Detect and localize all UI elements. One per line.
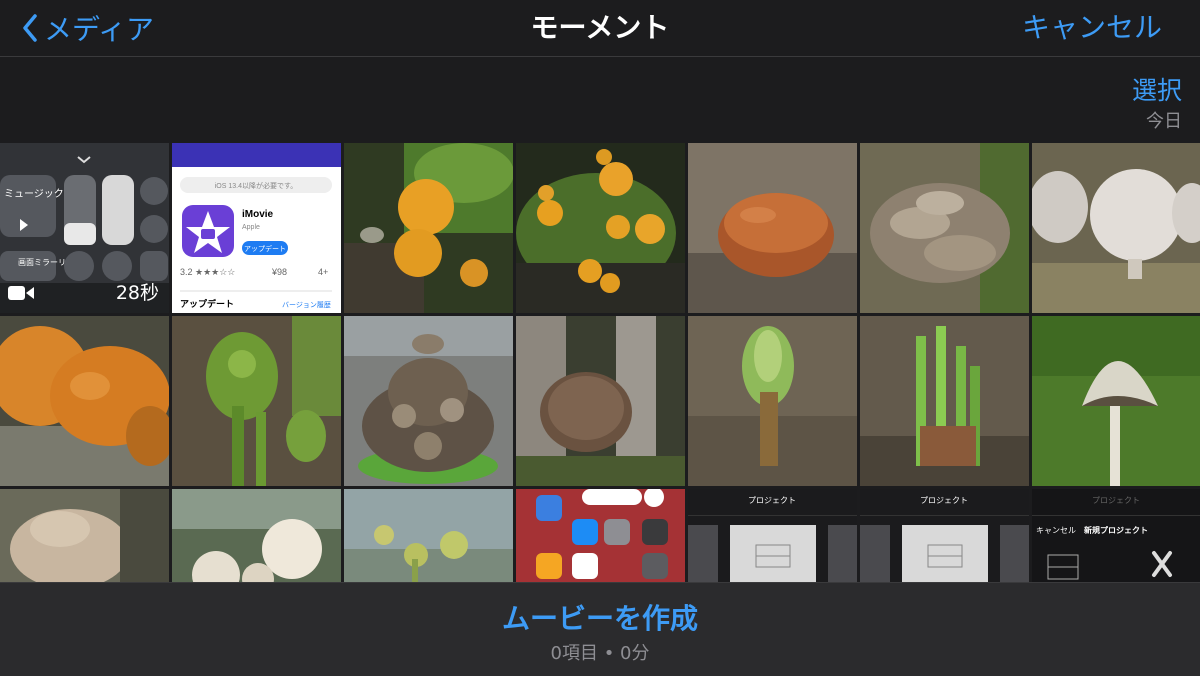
media-thumbnail-photo[interactable] — [0, 489, 169, 583]
media-thumbnail-screenshot[interactable]: iOS 13.4以降が必要です。 iMovie Apple アップデート 3.2… — [172, 143, 341, 313]
media-thumbnail-video[interactable]: ミュージック 画面ミラーリング 28秒 — [0, 143, 169, 313]
music-label: ミュージック — [4, 188, 64, 200]
selection-summary: 0項目 • 0分 — [550, 643, 650, 664]
project-cancel-label: キャンセル — [1036, 526, 1076, 535]
media-thumbnail-photo[interactable] — [0, 316, 169, 486]
media-thumbnail-screenshot[interactable]: プロジェクト — [860, 489, 1029, 583]
app-age-rating: 4+ — [318, 267, 328, 277]
media-thumbnail-photo[interactable] — [344, 489, 513, 583]
media-thumbnail-photo[interactable] — [516, 316, 685, 486]
media-thumbnail-photo[interactable] — [688, 143, 857, 313]
media-thumbnail-screenshot[interactable]: プロジェクト キャンセル 新規プロジェクト — [1032, 489, 1200, 583]
page-title: モーメント — [530, 11, 670, 44]
app-name: iMovie — [242, 209, 274, 220]
date-label: 今日 — [1146, 111, 1182, 132]
media-thumbnail-photo[interactable] — [344, 143, 513, 313]
media-grid: ミュージック 画面ミラーリング 28秒 iOS 13.4以降が必要です。 iMo… — [0, 143, 1200, 583]
create-movie-button[interactable]: ムービーを作成 — [0, 597, 1200, 637]
update-button-label: アップデート — [244, 244, 286, 253]
bottom-toolbar: ムービーを作成 0項目 • 0分 — [0, 582, 1200, 676]
media-thumbnail-photo[interactable] — [172, 489, 341, 583]
video-camera-icon — [8, 286, 34, 300]
app-rating: 3.2 ★★★☆☆ — [180, 267, 235, 277]
media-thumbnail-photo[interactable] — [1032, 316, 1200, 486]
media-thumbnail-photo[interactable] — [1032, 143, 1200, 313]
moment-section-header: 選択 今日 — [0, 57, 1200, 143]
app-developer: Apple — [242, 224, 260, 231]
new-project-label: 新規プロジェクト — [1084, 525, 1148, 535]
video-duration: 28秒 — [115, 282, 159, 304]
app-price: ¥98 — [271, 267, 287, 277]
projects-title: プロジェクト — [920, 496, 968, 505]
navigation-bar: メディア モーメント キャンセル — [0, 0, 1200, 57]
version-history-link: バージョン履歴 — [282, 301, 331, 309]
updates-heading: アップデート — [180, 298, 234, 309]
projects-title: プロジェクト — [1092, 496, 1140, 505]
media-thumbnail-photo[interactable] — [860, 143, 1029, 313]
media-thumbnail-photo[interactable] — [860, 316, 1029, 486]
media-thumbnail-screenshot[interactable]: プロジェクト — [688, 489, 857, 583]
media-thumbnail-photo[interactable] — [172, 316, 341, 486]
media-thumbnail-photo[interactable] — [344, 316, 513, 486]
media-thumbnail-screenshot[interactable] — [516, 489, 685, 583]
projects-title: プロジェクト — [748, 496, 796, 505]
cancel-button[interactable]: キャンセル — [1022, 8, 1162, 48]
select-button[interactable]: 選択 — [1132, 71, 1182, 107]
media-thumbnail-photo[interactable] — [516, 143, 685, 313]
media-thumbnail-photo[interactable] — [688, 316, 857, 486]
ios-requirement-text: iOS 13.4以降が必要です。 — [215, 181, 298, 190]
